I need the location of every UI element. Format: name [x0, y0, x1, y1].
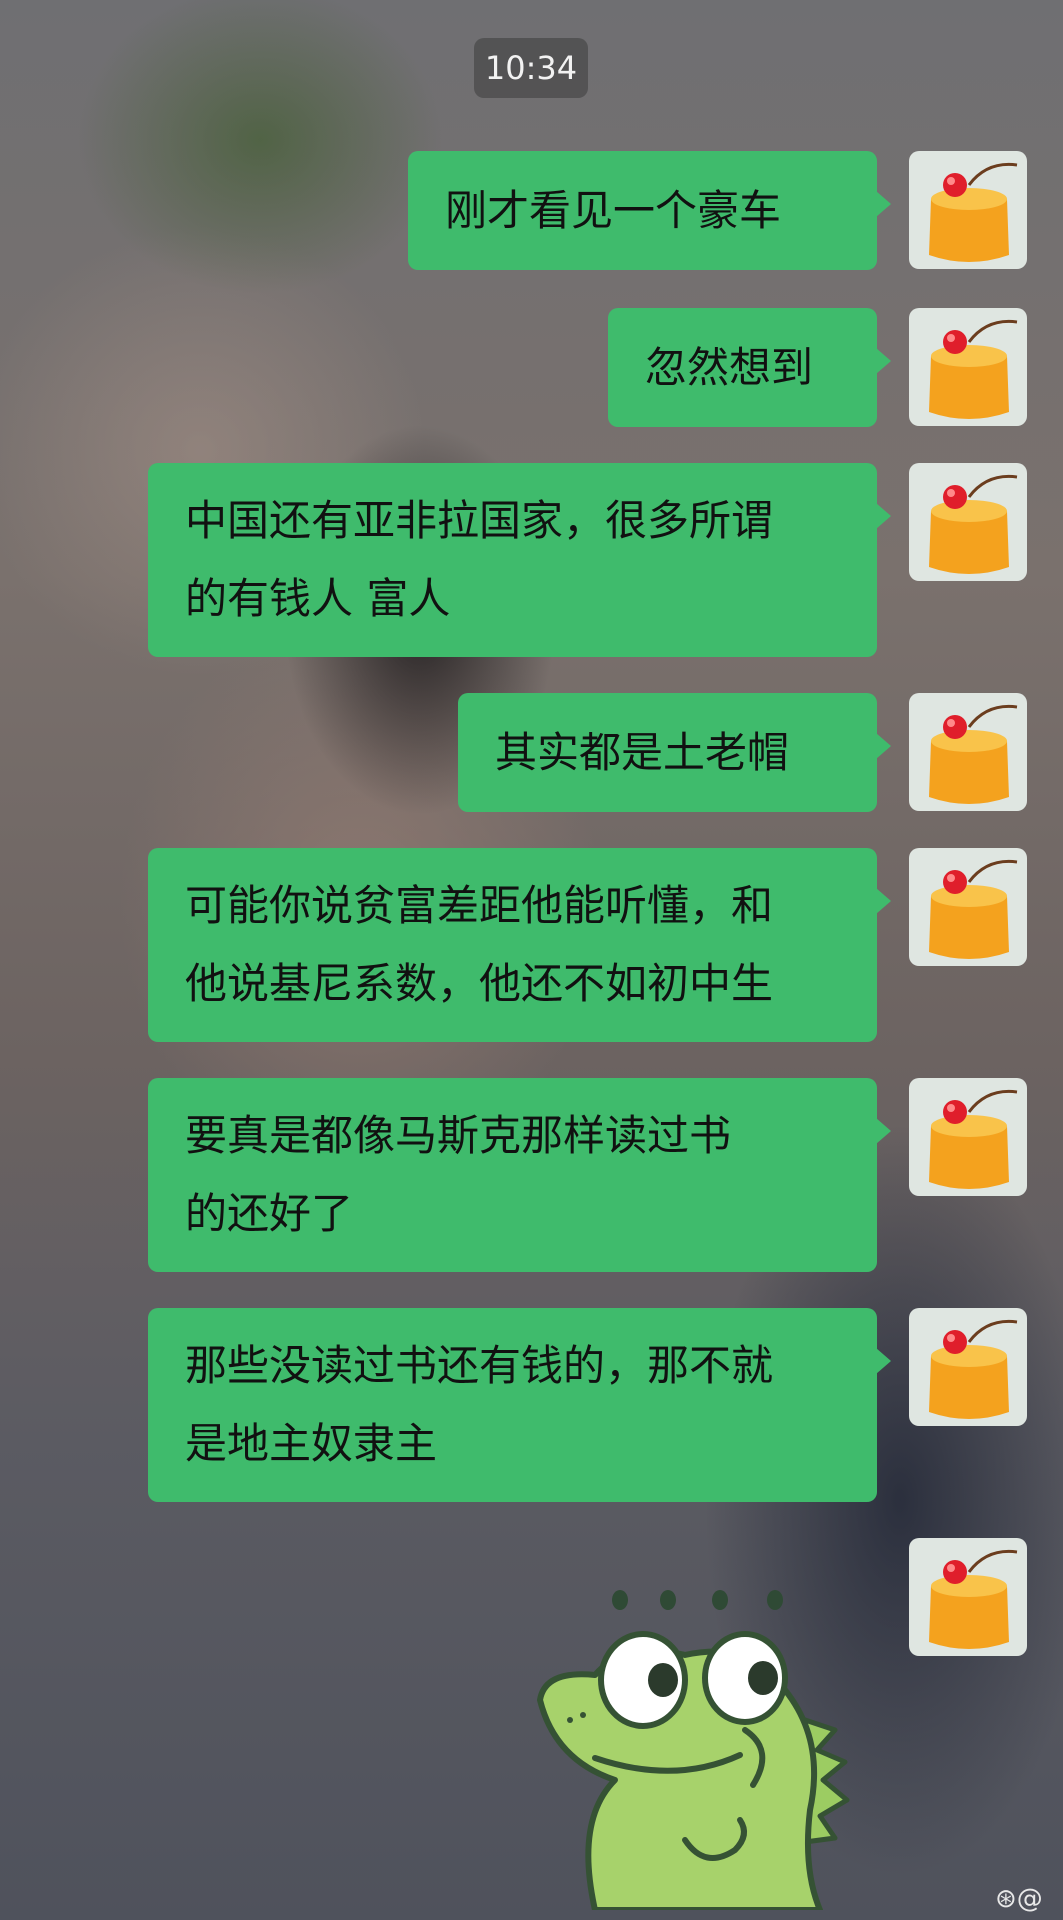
message-text-line: 是地主奴隶主: [185, 1419, 438, 1468]
pudding-avatar-icon: [909, 848, 1027, 966]
pudding-avatar-icon: [909, 1538, 1027, 1656]
user-avatar[interactable]: [909, 151, 1027, 269]
user-avatar[interactable]: [909, 1308, 1027, 1426]
weibo-watermark: ⊛@: [995, 1884, 1043, 1914]
message-text: 刚才看见一个豪车: [445, 186, 782, 235]
message-text-line: 他说基尼系数，他还不如初中生: [185, 959, 774, 1008]
message-text-line: 要真是都像马斯克那样读过书: [185, 1111, 732, 1160]
message-bubble[interactable]: 忽然想到: [608, 308, 891, 427]
message-text-line: 那些没读过书还有钱的，那不就: [185, 1341, 774, 1390]
message-text: 其实都是土老帽: [495, 728, 790, 777]
user-avatar[interactable]: [909, 693, 1027, 811]
message-text-line: 的有钱人 富人: [185, 574, 451, 623]
user-avatar[interactable]: [909, 1078, 1027, 1196]
user-avatar[interactable]: [909, 308, 1027, 426]
timestamp: 10:34: [474, 38, 588, 98]
frog-sticker[interactable]: [535, 1580, 875, 1913]
pudding-avatar-icon: [909, 463, 1027, 581]
message-bubble[interactable]: 刚才看见一个豪车: [408, 151, 891, 270]
user-avatar[interactable]: [909, 848, 1027, 966]
message-bubble[interactable]: 其实都是土老帽: [458, 693, 891, 812]
message-text-line: 可能你说贫富差距他能听懂，和: [185, 881, 774, 930]
message-bubble[interactable]: 可能你说贫富差距他能听懂，和 他说基尼系数，他还不如初中生: [148, 848, 891, 1042]
message-bubble[interactable]: 那些没读过书还有钱的，那不就 是地主奴隶主: [148, 1308, 891, 1502]
message-bubble[interactable]: 中国还有亚非拉国家，很多所谓 的有钱人 富人: [148, 463, 891, 657]
message-bubble[interactable]: 要真是都像马斯克那样读过书 的还好了: [148, 1078, 891, 1272]
message-text-line: 的还好了: [185, 1189, 354, 1238]
pudding-avatar-icon: [909, 693, 1027, 811]
user-avatar[interactable]: [909, 1538, 1027, 1656]
pudding-avatar-icon: [909, 1308, 1027, 1426]
pudding-avatar-icon: [909, 151, 1027, 269]
message-text-line: 中国还有亚非拉国家，很多所谓: [185, 496, 774, 545]
frog-ellipsis-sticker-icon: [537, 1590, 850, 1913]
pudding-avatar-icon: [909, 1078, 1027, 1196]
message-text: 忽然想到: [645, 343, 814, 392]
user-avatar[interactable]: [909, 463, 1027, 581]
pudding-avatar-icon: [909, 308, 1027, 426]
